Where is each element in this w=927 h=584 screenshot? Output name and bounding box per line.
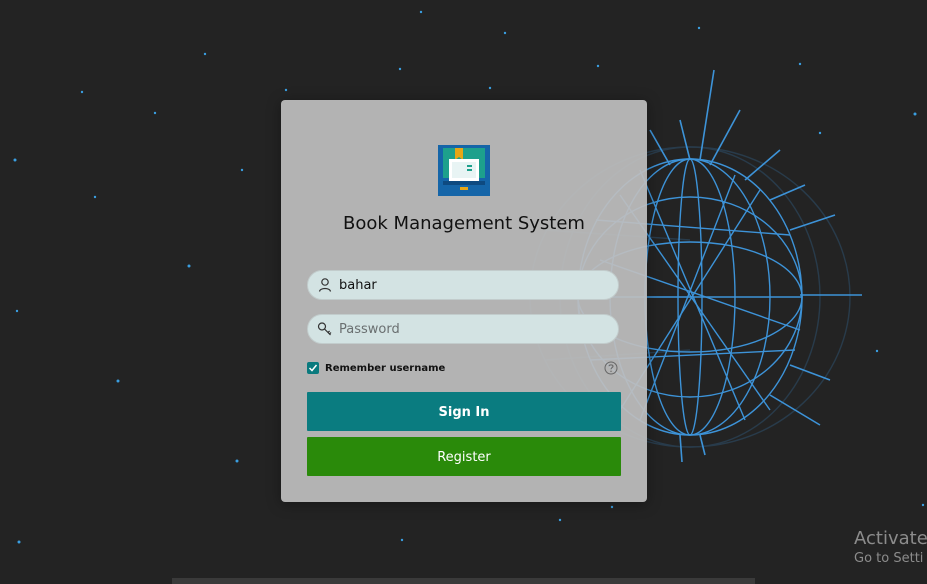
username-input[interactable] xyxy=(339,271,609,299)
book-icon xyxy=(438,145,490,196)
help-icon[interactable] xyxy=(604,361,618,375)
activate-windows-watermark: Activate Go to Setti xyxy=(854,528,927,566)
remember-label: Remember username xyxy=(325,363,446,374)
password-input[interactable] xyxy=(339,315,609,343)
check-icon xyxy=(308,364,318,372)
sign-in-button[interactable]: Sign In xyxy=(307,392,621,431)
watermark-line-1: Activate xyxy=(854,528,927,549)
key-icon xyxy=(317,322,332,336)
password-field[interactable] xyxy=(307,314,619,344)
register-button[interactable]: Register xyxy=(307,437,621,476)
login-card: Book Management System Remember username… xyxy=(281,100,647,502)
user-icon xyxy=(318,278,332,292)
page-title: Book Management System xyxy=(343,213,585,234)
username-field[interactable] xyxy=(307,270,619,300)
remember-checkbox[interactable] xyxy=(307,362,319,374)
taskbar-strip xyxy=(172,578,755,584)
watermark-line-2: Go to Setti xyxy=(854,551,924,566)
